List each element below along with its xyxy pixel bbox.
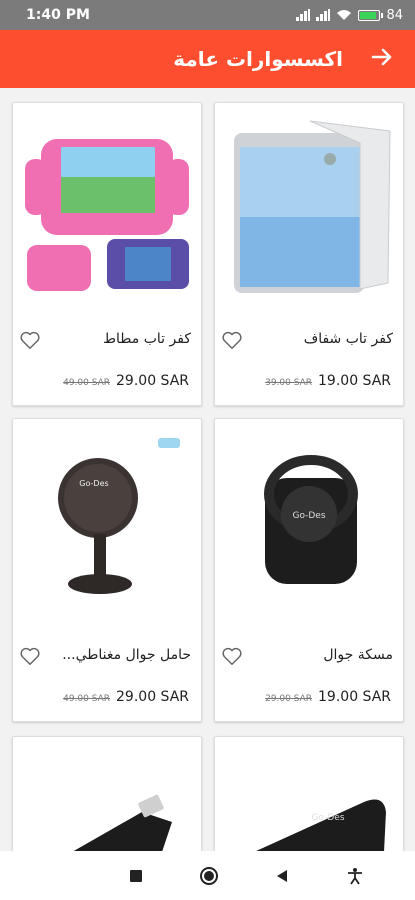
old-price: 29.00 SAR: [265, 694, 313, 704]
status-icons: 84: [296, 8, 403, 23]
brand-label: Go-Des: [311, 813, 344, 823]
price: 19.00 SAR: [318, 373, 391, 389]
brand-label: Go-Des: [292, 511, 325, 521]
price: 29.00 SAR: [116, 373, 189, 389]
product-prices: 39.00 SAR 19.00 SAR: [225, 373, 391, 389]
product-name: مسكة جوال: [323, 647, 393, 663]
wifi-icon: [337, 10, 352, 20]
signal-icon-2: [316, 9, 331, 21]
app-bar: اكسسوارات عامة: [0, 30, 415, 88]
product-card[interactable]: كفر تاب مطاط 49.00 SAR 29.00 SAR: [12, 102, 202, 406]
product-prices: 29.00 SAR 19.00 SAR: [225, 689, 391, 705]
home-circle-icon[interactable]: [197, 864, 221, 888]
product-image-phone-ring-holder: Go-Des: [215, 419, 403, 619]
page-title: اكسسوارات عامة: [173, 47, 343, 71]
heart-icon[interactable]: [19, 645, 41, 667]
product-image-dashboard-mount: Go-Des: [215, 737, 403, 851]
product-name: كفر تاب شفاف: [303, 331, 393, 347]
product-name: كفر تاب مطاط: [103, 331, 191, 347]
heart-icon[interactable]: [221, 645, 243, 667]
old-price: 49.00 SAR: [63, 694, 111, 704]
product-grid: كفر تاب شفاف 39.00 SAR 19.00 SAR كفر تاب…: [0, 88, 415, 851]
price: 29.00 SAR: [116, 689, 189, 705]
price: 19.00 SAR: [318, 689, 391, 705]
accessibility-icon[interactable]: [343, 864, 367, 888]
arrow-right-icon[interactable]: [371, 45, 393, 73]
product-image-magnetic-phone-mount: Go-Des: [13, 419, 201, 619]
recents-square-icon[interactable]: [124, 864, 148, 888]
old-price: 49.00 SAR: [63, 378, 111, 388]
old-price: 39.00 SAR: [265, 378, 313, 388]
product-prices: 49.00 SAR 29.00 SAR: [23, 373, 189, 389]
battery-percent: 84: [386, 7, 403, 23]
heart-icon[interactable]: [221, 329, 243, 351]
product-image-lightning-adapter: [13, 737, 201, 851]
product-card[interactable]: كفر تاب شفاف 39.00 SAR 19.00 SAR: [214, 102, 404, 406]
heart-icon[interactable]: [19, 329, 41, 351]
back-triangle-icon[interactable]: [270, 864, 294, 888]
brand-label: Go-Des: [79, 479, 108, 488]
status-time: 1:40 PM: [26, 7, 90, 23]
system-nav-bar: [0, 851, 415, 900]
product-image-clear-tablet-case: [215, 103, 403, 303]
battery-icon: 84: [358, 8, 403, 23]
product-card[interactable]: Go-Des مسكة جوال 29.00 SAR 19.00 SAR: [214, 418, 404, 722]
product-image-kids-rubber-tablet-case: [13, 103, 201, 303]
product-name: حامل جوال مغناطي...: [62, 647, 191, 663]
status-bar: 1:40 PM 84: [0, 0, 415, 30]
product-card[interactable]: [12, 736, 202, 851]
product-card[interactable]: Go-Des: [214, 736, 404, 851]
product-prices: 49.00 SAR 29.00 SAR: [23, 689, 189, 705]
product-card[interactable]: Go-Des حامل جوال مغناطي... 49.00 SAR 29.…: [12, 418, 202, 722]
signal-icon: [296, 9, 311, 21]
